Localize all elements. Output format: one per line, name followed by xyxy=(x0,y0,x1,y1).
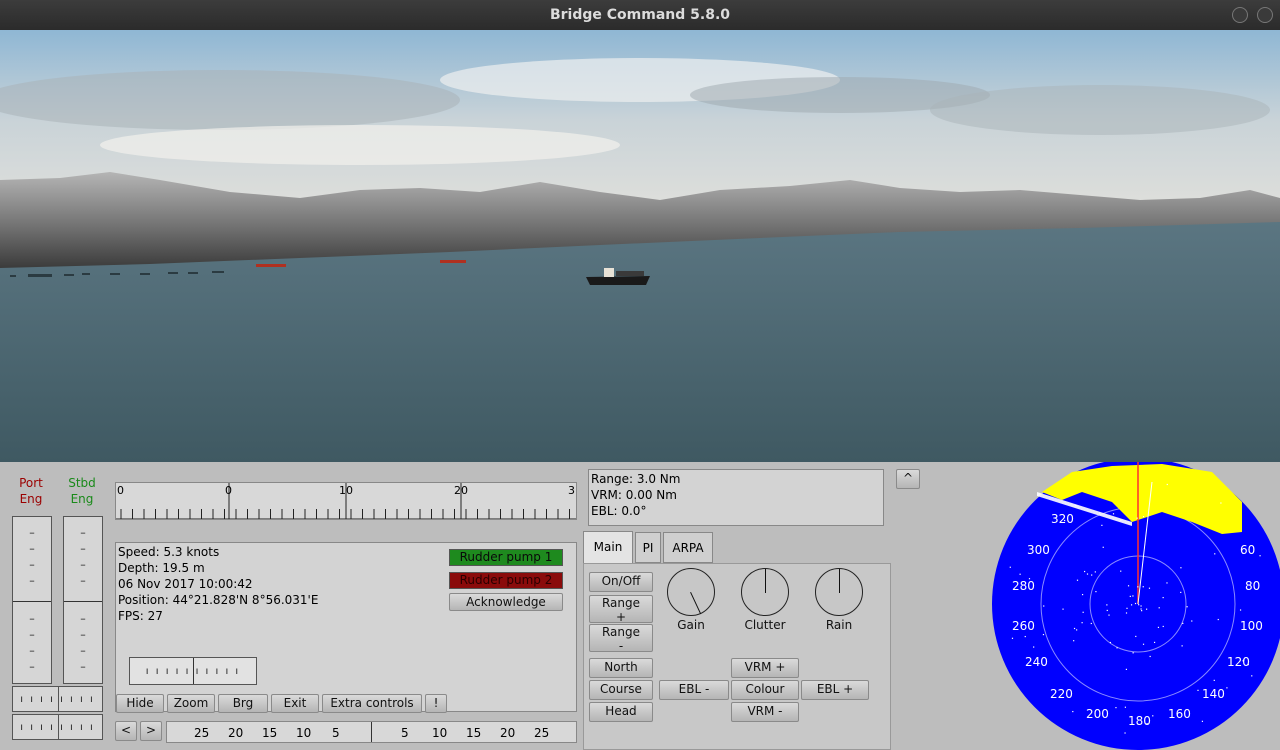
bearing-label: 80 xyxy=(1245,579,1261,593)
bridge-view xyxy=(0,30,1280,462)
ship-superstructure xyxy=(604,268,614,277)
rudder-scale-label: 15 xyxy=(262,726,278,740)
tab-arpa[interactable]: ARPA xyxy=(663,532,713,563)
port-engine-lever[interactable]: – – – – – – – – xyxy=(12,516,52,684)
bearing-label: 220 xyxy=(1050,687,1073,701)
rain-knob[interactable] xyxy=(815,568,863,616)
distant-vessel xyxy=(440,260,466,263)
heading-strip-label: 0 xyxy=(225,484,232,497)
radar-vrm-readout: VRM: 0.00 Nm xyxy=(591,488,677,502)
stbd-engine-lever[interactable]: – – – – – – – – xyxy=(63,516,103,684)
gain-knob[interactable] xyxy=(667,568,715,616)
range-plus-button[interactable]: Range + xyxy=(589,595,653,624)
extra-controls-button[interactable]: Extra controls xyxy=(322,694,422,713)
radar-expand-button[interactable]: ^ xyxy=(896,469,920,489)
bearing-label: 260 xyxy=(1012,619,1035,633)
tab-pi[interactable]: PI xyxy=(635,532,661,563)
sea-scene xyxy=(0,30,1280,462)
rudder-scale-label: 5 xyxy=(332,726,340,740)
tab-main[interactable]: Main xyxy=(583,531,633,563)
clutter-label: Clutter xyxy=(744,618,786,632)
radar-ebl-readout: EBL: 0.0° xyxy=(591,504,647,518)
bow-thruster-control[interactable]: ı ı ı ı ı ı ı ı xyxy=(12,686,103,712)
stern-thruster-control[interactable]: ı ı ı ı ı ı ı ı xyxy=(12,714,103,740)
bearing-label: 180 xyxy=(1128,714,1151,728)
bearing-label: 280 xyxy=(1012,579,1035,593)
bearing-label: 100 xyxy=(1240,619,1263,633)
bearing-label: 300 xyxy=(1027,543,1050,557)
radar-onoff-button[interactable]: On/Off xyxy=(589,572,653,592)
neutral-mark xyxy=(64,601,102,602)
rudder-scale-label: 25 xyxy=(194,726,210,740)
stbd-engine-label: Stbd Eng xyxy=(68,476,96,506)
rudder-pump-2-indicator[interactable]: Rudder pump 2 xyxy=(449,572,563,589)
acknowledge-button[interactable]: Acknowledge xyxy=(449,593,563,611)
rain-label: Rain xyxy=(825,618,853,632)
radar-range-readout: Range: 3.0 Nm xyxy=(591,472,681,486)
heading-strip: 0 0 10 20 3 xyxy=(115,482,577,520)
rudder-scale-label: 15 xyxy=(466,726,482,740)
rudder-scale-label: 25 xyxy=(534,726,550,740)
vrm-minus-button[interactable]: VRM - xyxy=(731,702,799,722)
datetime-readout: 06 Nov 2017 10:00:42 xyxy=(118,577,253,591)
hide-button[interactable]: Hide xyxy=(116,694,164,713)
rudder-right-button[interactable]: > xyxy=(140,721,162,741)
north-up-button[interactable]: North xyxy=(589,658,653,678)
position-readout: Position: 44°21.828'N 8°56.031'E xyxy=(118,593,319,607)
cloud xyxy=(930,85,1270,135)
ebl-plus-button[interactable]: EBL + xyxy=(801,680,869,700)
heading-strip-label: 20 xyxy=(454,484,468,497)
close-icon[interactable] xyxy=(1257,7,1273,23)
ship-deck xyxy=(616,271,644,276)
bearing-label: 200 xyxy=(1086,707,1109,721)
speed-readout: Speed: 5.3 knots xyxy=(118,545,220,559)
rudder-scale-label: 20 xyxy=(228,726,244,740)
bearing-button[interactable]: Brg xyxy=(218,694,268,713)
rudder-scale[interactable]: 25 20 15 10 5 5 10 15 20 25 xyxy=(166,721,577,743)
bearing-label: 140 xyxy=(1202,687,1225,701)
zoom-button[interactable]: Zoom xyxy=(167,694,215,713)
course-up-button[interactable]: Course xyxy=(589,680,653,700)
colour-button[interactable]: Colour xyxy=(731,680,799,700)
distant-vessel xyxy=(256,264,286,267)
cloud xyxy=(100,125,620,165)
neutral-mark xyxy=(13,601,51,602)
rudder-left-button[interactable]: < xyxy=(115,721,137,741)
exit-button[interactable]: Exit xyxy=(271,694,319,713)
alert-button[interactable]: ! xyxy=(425,694,447,713)
heading-strip-label: 3 xyxy=(568,484,575,497)
heading-strip-label: 10 xyxy=(339,484,353,497)
rudder-scale-label: 10 xyxy=(296,726,312,740)
control-panel: Port Eng Stbd Eng – – – – – – – – – – – – – – –… xyxy=(0,462,1280,750)
ebl-minus-button[interactable]: EBL - xyxy=(659,680,729,700)
head-up-button[interactable]: Head xyxy=(589,702,653,722)
fps-readout: FPS: 27 xyxy=(118,609,163,623)
minimize-icon[interactable] xyxy=(1232,7,1248,23)
cargo-ship xyxy=(586,276,650,285)
ship-info-panel: Speed: 5.3 knots Depth: 19.5 m 06 Nov 20… xyxy=(115,542,577,713)
bearing-label: 240 xyxy=(1025,655,1048,669)
clutter-knob[interactable] xyxy=(741,568,789,616)
radar-display[interactable]: 320 300 280 260 240 220 200 180 160 140 … xyxy=(992,462,1280,750)
bearing-label: 60 xyxy=(1240,543,1256,557)
bearing-label: 120 xyxy=(1227,655,1250,669)
rudder-scale-label: 5 xyxy=(401,726,409,740)
bearing-label: 320 xyxy=(1051,512,1074,526)
window-title: Bridge Command 5.8.0 xyxy=(549,7,731,23)
range-minus-button[interactable]: Range - xyxy=(589,624,653,653)
port-engine-label: Port Eng xyxy=(19,476,43,506)
depth-readout: Depth: 19.5 m xyxy=(118,561,205,575)
rudder-scale-label: 20 xyxy=(500,726,516,740)
rudder-scale-label: 10 xyxy=(432,726,448,740)
rate-of-turn-indicator: ı ı ı ı ı ı ı ı ı ı xyxy=(129,657,257,685)
vrm-plus-button[interactable]: VRM + xyxy=(731,658,799,678)
cloud xyxy=(0,70,460,130)
radar-readout: Range: 3.0 Nm VRM: 0.00 Nm EBL: 0.0° xyxy=(588,469,884,526)
window-titlebar: Bridge Command 5.8.0 xyxy=(0,0,1280,30)
rudder-pump-1-indicator[interactable]: Rudder pump 1 xyxy=(449,549,563,566)
heading-strip-label: 0 xyxy=(117,484,124,497)
bearing-label: 160 xyxy=(1168,707,1191,721)
gain-label: Gain xyxy=(677,618,705,632)
